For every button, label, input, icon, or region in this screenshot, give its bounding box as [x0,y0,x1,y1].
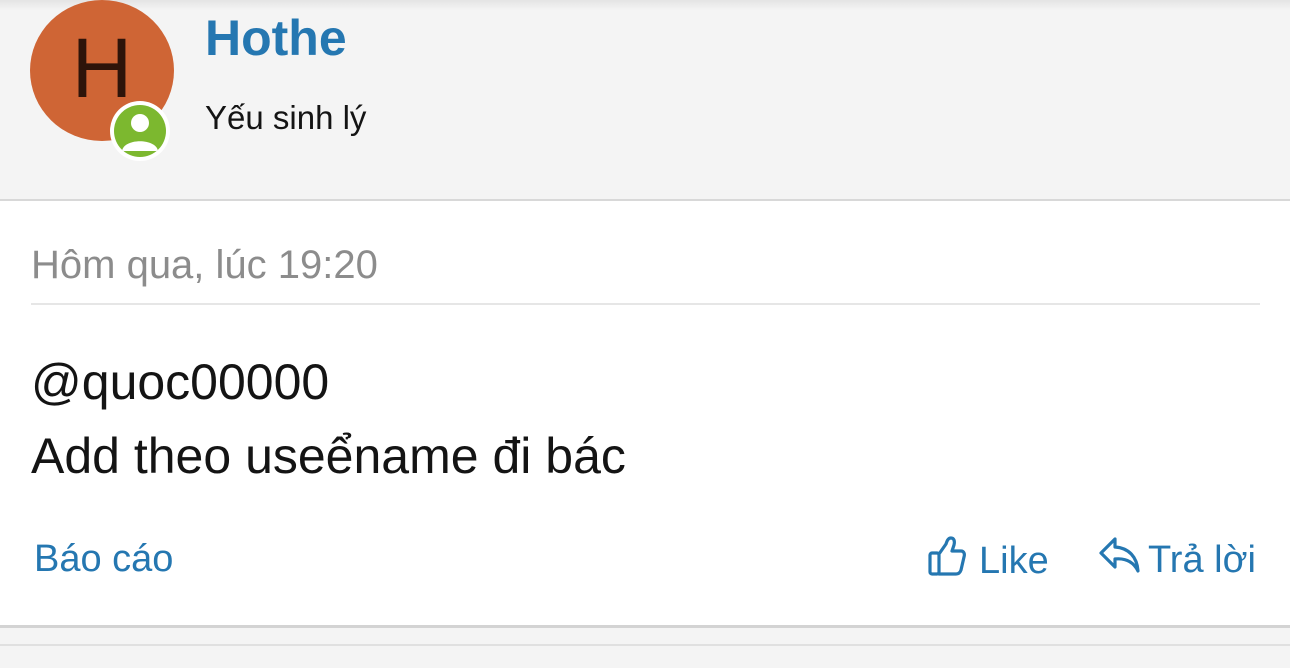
user-online-icon [114,105,166,157]
post-message: @quoc00000 Add theo useểname đi bác [31,345,626,493]
next-post-edge [0,644,1290,668]
online-status-badge [110,101,170,161]
like-label: Like [979,539,1049,582]
divider [31,303,1260,305]
author-title: Yếu sinh lý [205,99,367,136]
post-timestamp[interactable]: Hôm qua, lúc 19:20 [31,241,378,289]
post-card: Hôm qua, lúc 19:20 @quoc00000 Add theo u… [0,199,1290,628]
like-button[interactable]: Like [927,535,1049,587]
thumbs-up-icon [927,535,967,587]
report-button[interactable]: Báo cáo [34,537,173,583]
message-mention[interactable]: @quoc00000 [31,345,626,419]
post-page: H Hothe Yếu sinh lý Hôm qua, lúc 19:20 @… [0,0,1290,668]
reply-button[interactable]: Trả lời [1098,535,1256,585]
message-body: Add theo useểname đi bác [31,428,626,484]
reply-arrow-icon [1098,535,1142,585]
avatar-letter: H [71,20,133,115]
post-author-header: H Hothe Yếu sinh lý [0,0,1290,200]
author-username[interactable]: Hothe [205,8,347,68]
reply-label: Trả lời [1148,538,1256,581]
